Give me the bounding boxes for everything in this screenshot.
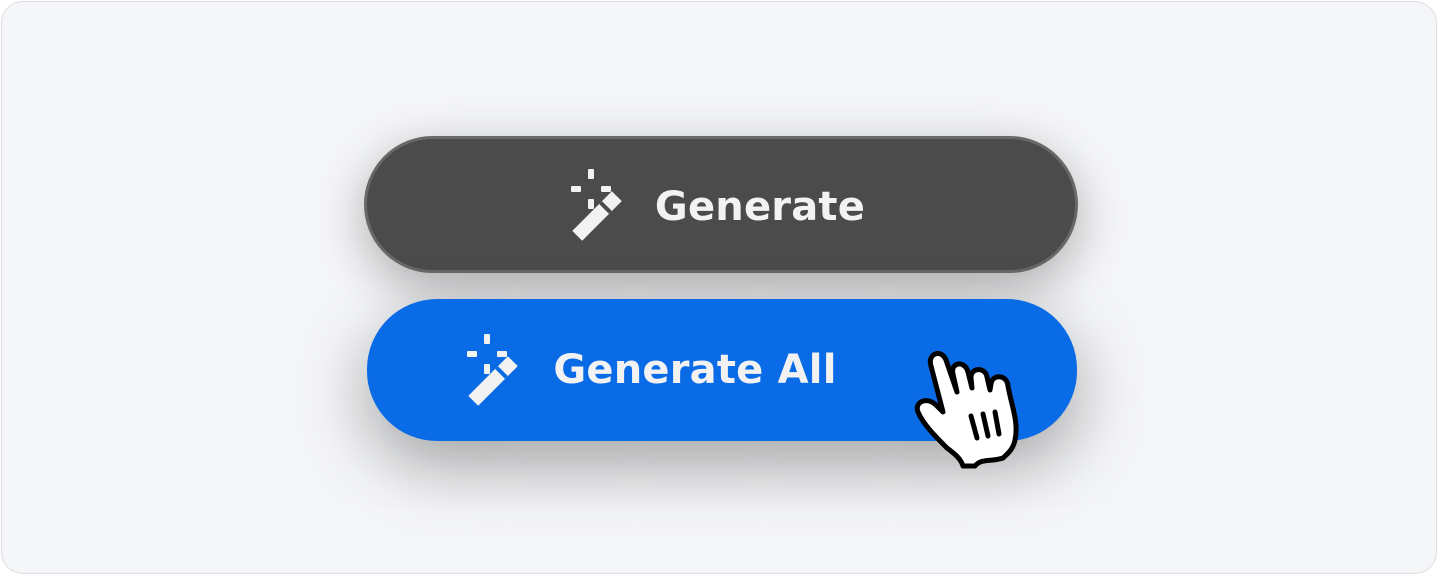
pointer-hand-icon xyxy=(907,340,1042,470)
magic-wand-icon xyxy=(570,168,641,241)
generate-button[interactable]: Generate xyxy=(364,136,1078,273)
background-panel: Generate Generate All xyxy=(1,1,1437,574)
generate-all-button-label: Generate All xyxy=(553,347,837,393)
generate-button-label: Generate xyxy=(654,183,866,230)
magic-wand-icon xyxy=(467,334,537,406)
